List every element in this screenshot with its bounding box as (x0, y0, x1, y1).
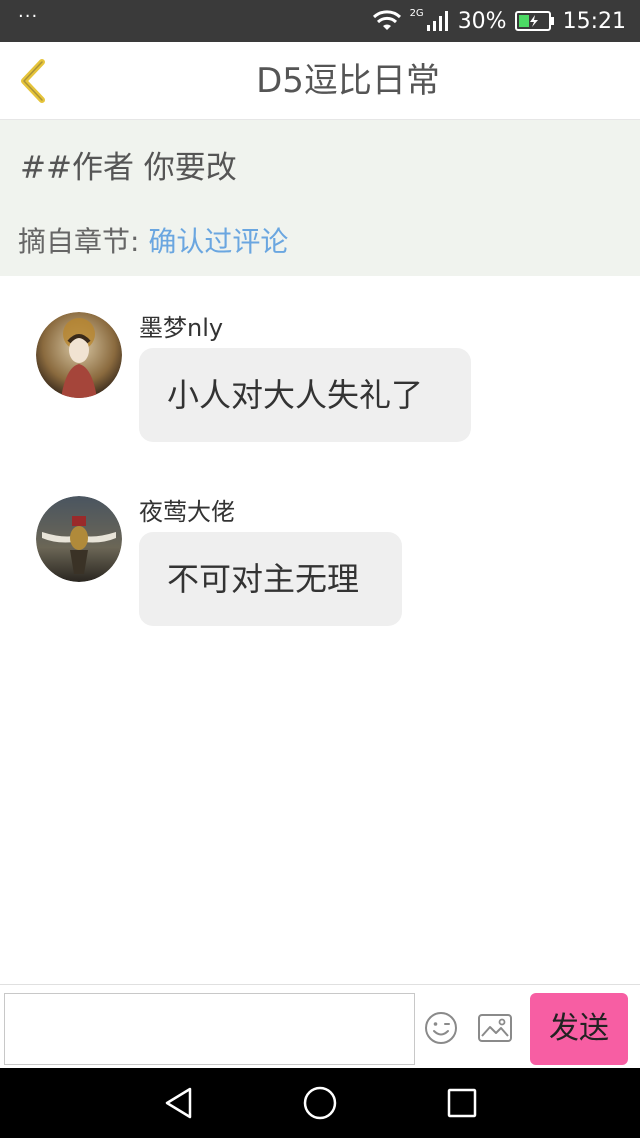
send-button[interactable]: 发送 (530, 993, 628, 1065)
page-title: D5逗比日常 (256, 61, 440, 101)
clock: 15:21 (562, 8, 626, 34)
circle-home-icon (303, 1086, 337, 1120)
message-input-bar: 发送 (0, 984, 640, 1068)
nav-back-button[interactable] (162, 1085, 194, 1125)
sender-name: 墨梦nly (139, 314, 224, 342)
triangle-back-icon (165, 1087, 192, 1119)
message-bubble: 不可对主无理 (139, 532, 402, 626)
sender-name: 夜莺大佬 (139, 498, 235, 526)
battery-percent: 30% (457, 8, 507, 34)
nav-recent-button[interactable] (446, 1085, 478, 1125)
notification-dots: ··· (18, 6, 39, 27)
message-bubble: 小人对大人失礼了 (139, 348, 471, 442)
quoted-comment: ##作者 你要改 摘自章节: 确认过评论 (0, 120, 640, 276)
square-recent-icon (447, 1088, 477, 1118)
status-bar: ··· 2G 30% 15:21 (0, 0, 640, 42)
smiley-icon (425, 1012, 457, 1044)
header-bar: D5逗比日常 (0, 42, 640, 120)
nav-home-button[interactable] (302, 1085, 338, 1125)
avatar[interactable] (36, 496, 122, 582)
chapter-label: 摘自章节: (18, 225, 140, 258)
emoji-button[interactable] (424, 1011, 458, 1045)
avatar[interactable] (36, 312, 122, 398)
signal-icon (426, 10, 450, 32)
image-icon (478, 1014, 512, 1042)
image-button[interactable] (477, 1013, 513, 1043)
system-navigation-bar (0, 1068, 640, 1138)
network-type: 2G (409, 7, 424, 19)
battery-icon (514, 10, 555, 32)
quote-text: ##作者 你要改 (20, 150, 237, 186)
status-icons: 2G 30% 15:21 (372, 7, 626, 34)
wifi-icon (372, 10, 402, 32)
message-input[interactable] (4, 993, 415, 1065)
chapter-link[interactable]: 确认过评论 (148, 225, 288, 258)
chapter-source: 摘自章节: 确认过评论 (18, 220, 288, 260)
